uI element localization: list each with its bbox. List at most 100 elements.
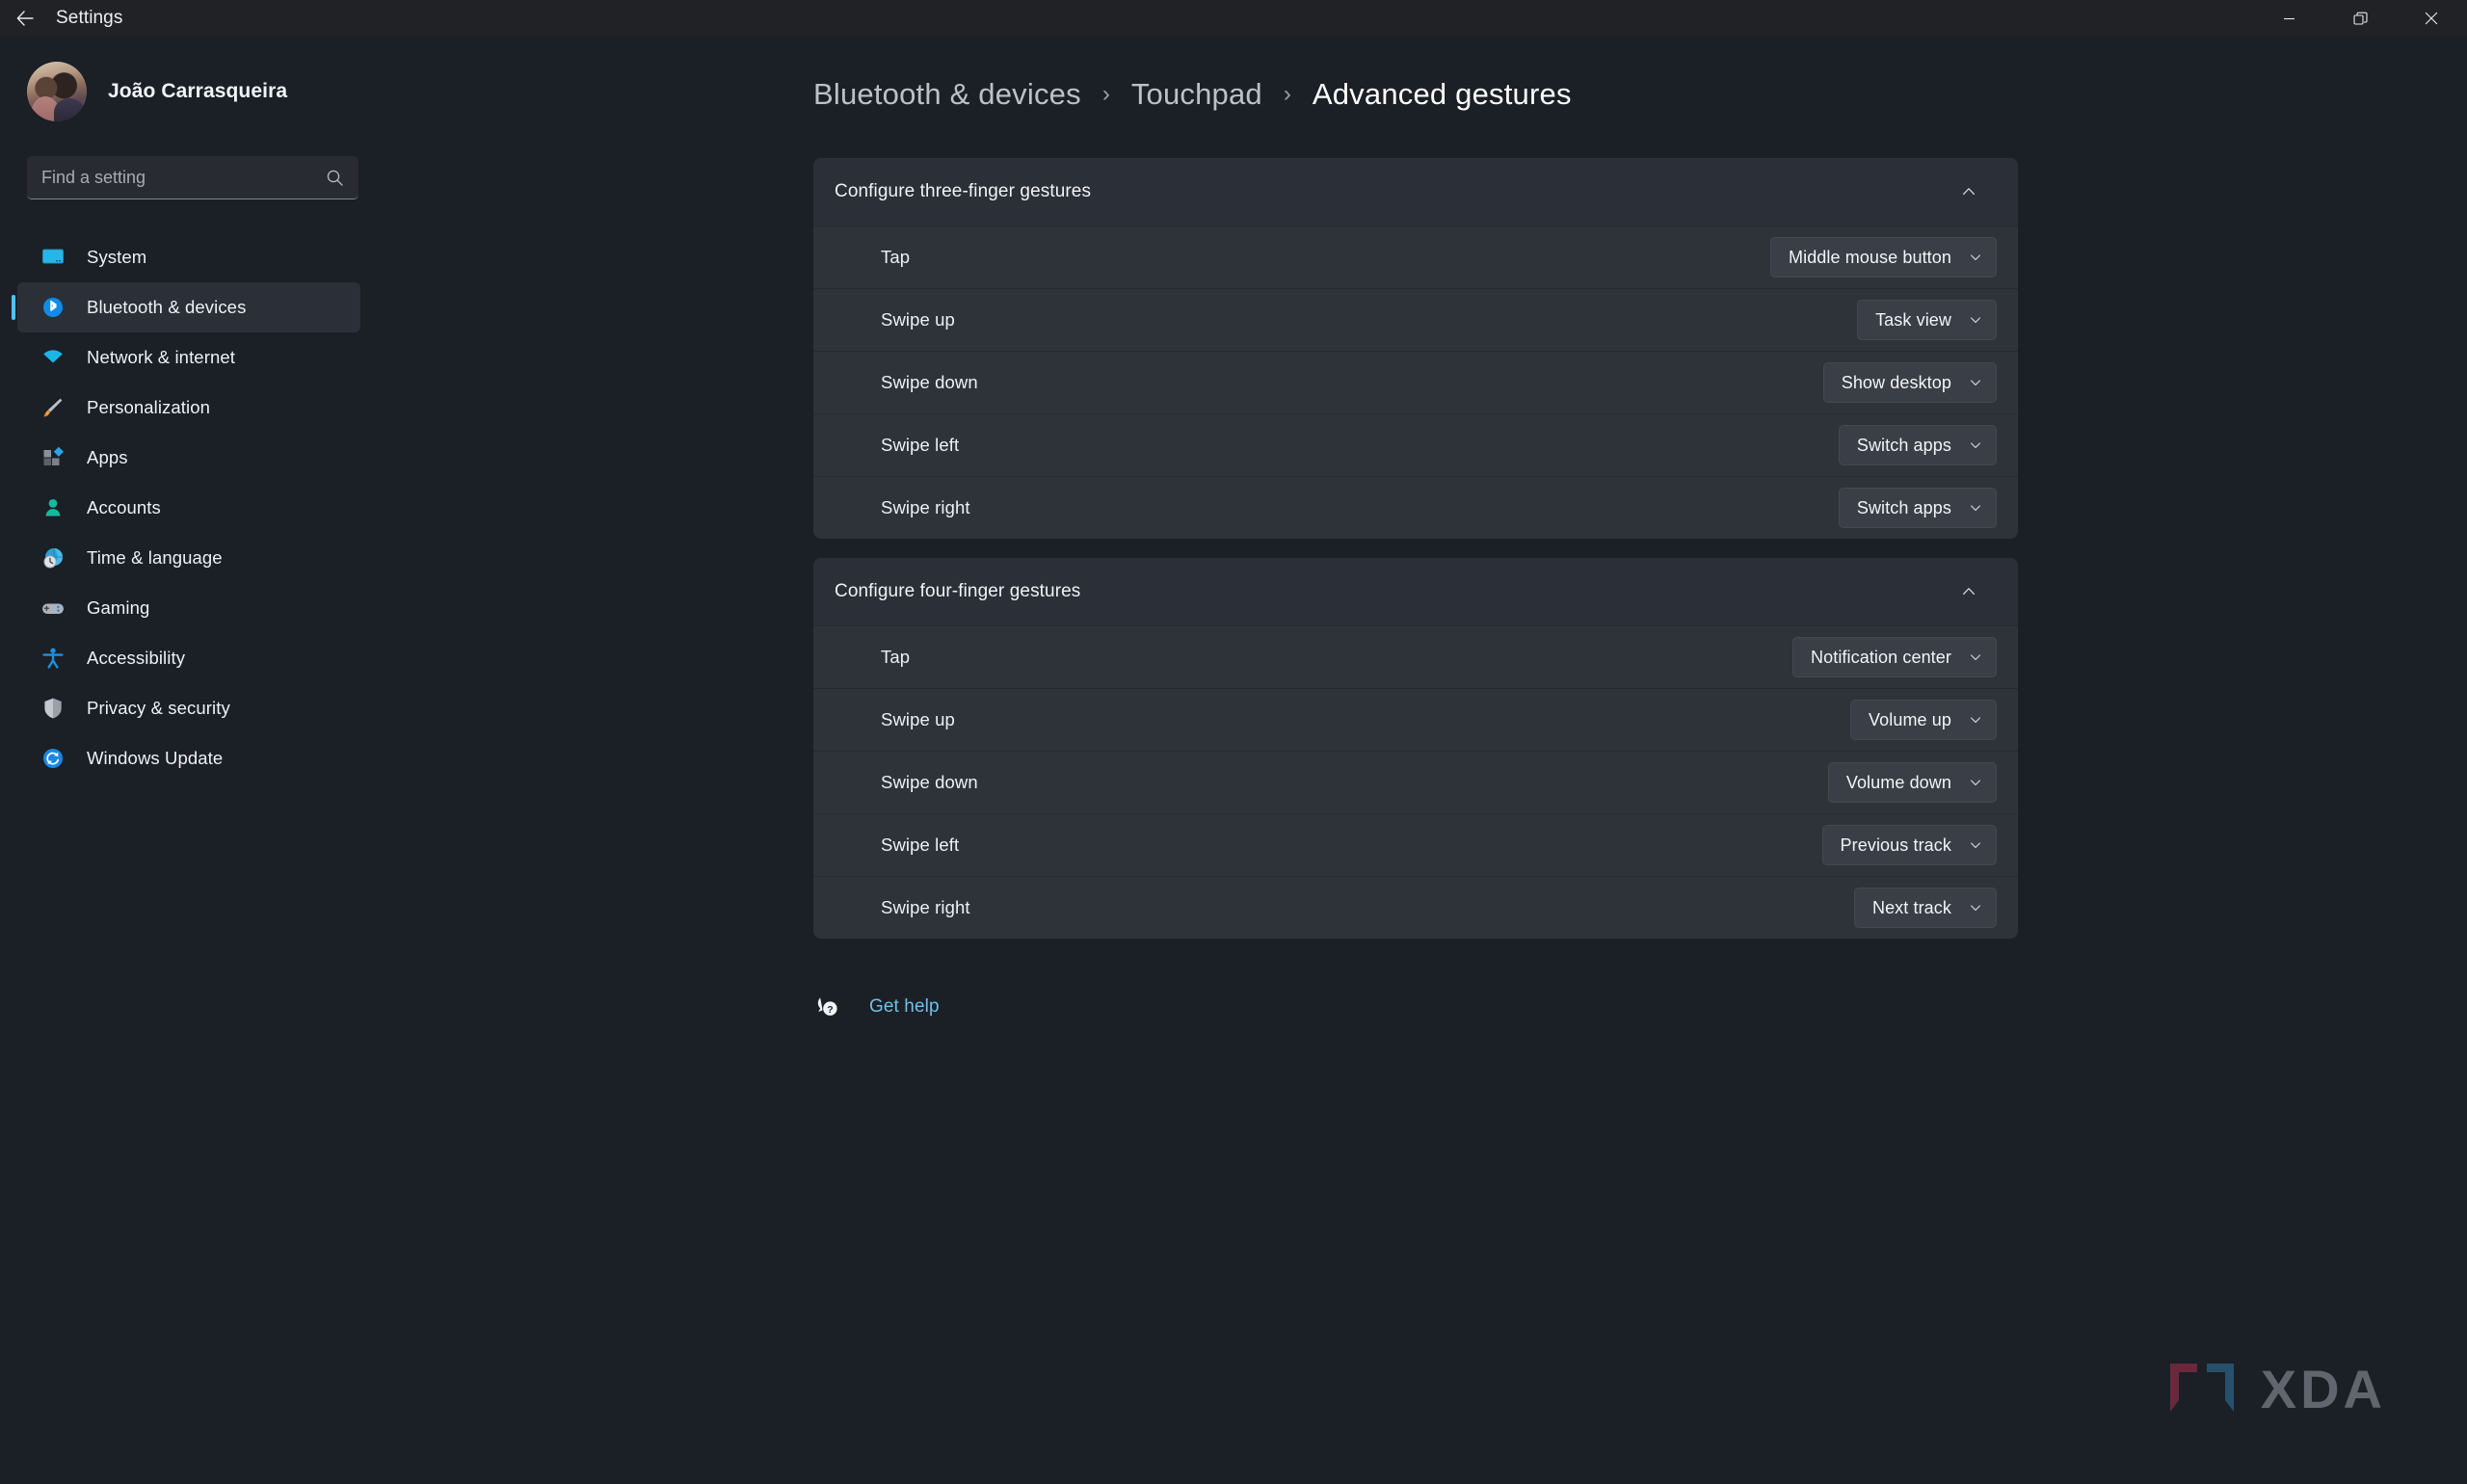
gesture-row: Tap Middle mouse button [813, 225, 2018, 288]
gesture-label: Swipe left [881, 435, 960, 455]
gesture-label: Swipe down [881, 772, 978, 792]
gesture-action-dropdown[interactable]: Show desktop [1822, 362, 1997, 403]
gesture-row: Tap Notification center [813, 625, 2018, 688]
avatar [27, 62, 87, 121]
sidebar-item-label: Gaming [87, 597, 150, 618]
chevron-down-icon [1969, 313, 1982, 327]
gesture-label: Swipe down [881, 372, 978, 392]
sidebar-item-apps[interactable]: Apps [17, 433, 360, 483]
gesture-action-dropdown[interactable]: Volume up [1850, 700, 1997, 740]
search-icon [326, 169, 344, 187]
collapse-toggle-three-finger[interactable] [1952, 175, 1985, 208]
card-four-finger-gestures: Configure four-finger gestures Tap Notif… [813, 558, 2018, 939]
breadcrumb-separator: › [1283, 81, 1291, 107]
sidebar-item-accessibility[interactable]: Accessibility [17, 633, 360, 683]
gesture-action-dropdown[interactable]: Middle mouse button [1770, 237, 1997, 278]
monitor-icon [39, 243, 67, 272]
back-button[interactable] [0, 0, 50, 37]
sidebar-item-privacy-security[interactable]: Privacy & security [17, 683, 360, 733]
chevron-down-icon [1969, 776, 1982, 789]
sidebar-item-accounts[interactable]: Accounts [17, 483, 360, 533]
sidebar-item-label: Bluetooth & devices [87, 297, 247, 317]
paintbrush-icon [39, 393, 67, 422]
gesture-action-dropdown[interactable]: Previous track [1821, 825, 1997, 865]
sidebar-item-label: Accessibility [87, 648, 186, 668]
chevron-down-icon [1969, 901, 1982, 914]
wifi-icon [39, 343, 67, 372]
sidebar-item-label: Accounts [87, 497, 161, 517]
breadcrumb-parent[interactable]: Bluetooth & devices [813, 77, 1081, 112]
card-header-three-finger[interactable]: Configure three-finger gestures [813, 158, 2018, 225]
dropdown-value: Middle mouse button [1789, 247, 1951, 267]
minimize-button[interactable] [2253, 0, 2324, 37]
gesture-action-dropdown[interactable]: Next track [1853, 888, 1997, 928]
get-help-row[interactable]: ? Get help [813, 993, 2467, 1021]
gesture-action-dropdown[interactable]: Notification center [1792, 637, 1997, 677]
card-title: Configure four-finger gestures [835, 581, 1081, 601]
sidebar-item-gaming[interactable]: Gaming [17, 583, 360, 633]
search-input[interactable] [41, 167, 326, 188]
restore-icon [2352, 12, 2368, 25]
gesture-action-dropdown[interactable]: Task view [1857, 300, 1997, 340]
sidebar-nav: System Bluetooth & devices Network & int… [0, 232, 385, 783]
close-icon [2425, 12, 2438, 25]
gesture-label: Swipe up [881, 309, 955, 330]
page-title: Advanced gestures [1312, 77, 1572, 111]
gesture-action-dropdown[interactable]: Volume down [1827, 762, 1997, 803]
xda-watermark: XDA [2164, 1358, 2386, 1420]
close-button[interactable] [2396, 0, 2467, 37]
search-box[interactable] [27, 156, 358, 199]
gesture-label: Tap [881, 647, 911, 667]
gesture-label: Swipe right [881, 497, 970, 517]
card-three-finger-gestures: Configure three-finger gestures Tap Midd… [813, 158, 2018, 539]
sidebar-item-label: Privacy & security [87, 698, 230, 718]
help-question-icon: ? [813, 993, 842, 1021]
dropdown-value: Volume down [1845, 772, 1951, 792]
accessibility-icon [39, 644, 67, 673]
breadcrumb: Bluetooth & devices › Touchpad › Advance… [813, 77, 2467, 112]
person-icon [39, 493, 67, 522]
sidebar-item-personalization[interactable]: Personalization [17, 383, 360, 433]
back-arrow-icon [16, 11, 34, 26]
dropdown-value: Next track [1871, 897, 1951, 917]
minimize-icon [2283, 17, 2295, 19]
gesture-action-dropdown[interactable]: Switch apps [1838, 488, 1997, 528]
dropdown-value: Previous track [1840, 835, 1951, 855]
gesture-row: Swipe up Task view [813, 288, 2018, 351]
sidebar-item-label: Windows Update [87, 748, 224, 768]
gesture-row: Swipe down Volume down [813, 751, 2018, 813]
gesture-label: Tap [881, 247, 911, 267]
chevron-down-icon [1969, 650, 1982, 664]
get-help-link[interactable]: Get help [869, 996, 940, 1018]
profile-section[interactable]: João Carrasqueira [0, 37, 385, 121]
chevron-down-icon [1969, 838, 1982, 852]
gesture-row: Swipe down Show desktop [813, 351, 2018, 413]
sidebar-item-windows-update[interactable]: Windows Update [17, 733, 360, 783]
sidebar-item-time-language[interactable]: Time & language [17, 533, 360, 583]
sidebar-item-network-internet[interactable]: Network & internet [17, 332, 360, 383]
sidebar-item-bluetooth-devices[interactable]: Bluetooth & devices [12, 282, 360, 332]
card-title: Configure three-finger gestures [835, 181, 1092, 201]
chevron-down-icon [1969, 438, 1982, 452]
xda-wordmark: XDA [2260, 1359, 2386, 1419]
chevron-up-icon [1962, 188, 1976, 196]
card-header-four-finger[interactable]: Configure four-finger gestures [813, 558, 2018, 625]
gesture-action-dropdown[interactable]: Switch apps [1838, 425, 1997, 465]
gesture-row: Swipe up Volume up [813, 688, 2018, 751]
chevron-down-icon [1969, 251, 1982, 264]
chevron-up-icon [1962, 588, 1976, 596]
shield-icon [39, 694, 67, 723]
dropdown-value: Switch apps [1856, 497, 1951, 517]
dropdown-value: Task view [1875, 309, 1951, 330]
main-content: Bluetooth & devices › Touchpad › Advance… [385, 37, 2467, 1484]
gesture-label: Swipe right [881, 897, 970, 917]
restore-button[interactable] [2324, 0, 2396, 37]
apps-icon [39, 443, 67, 472]
chevron-down-icon [1969, 713, 1982, 727]
gesture-row: Swipe left Switch apps [813, 413, 2018, 476]
sidebar-item-label: System [87, 247, 147, 267]
collapse-toggle-four-finger[interactable] [1952, 575, 1985, 608]
sidebar-item-system[interactable]: System [17, 232, 360, 282]
dropdown-value: Switch apps [1856, 435, 1951, 455]
breadcrumb-middle[interactable]: Touchpad [1131, 77, 1262, 112]
